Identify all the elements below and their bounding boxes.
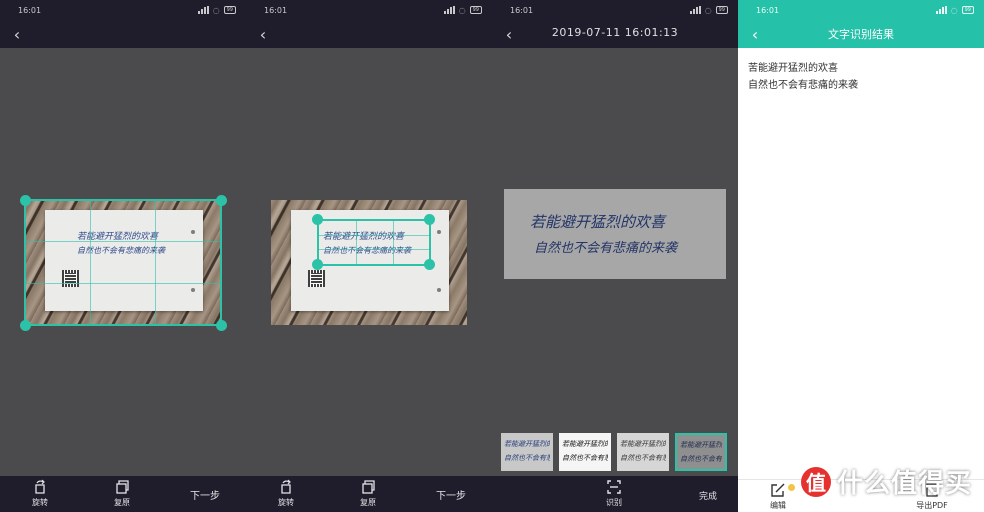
status-time: 16:01 [18, 5, 42, 15]
top-bar: ‹ [246, 20, 492, 48]
battery-icon: 99 [469, 6, 482, 14]
crop-frame[interactable] [317, 219, 431, 266]
top-bar: ‹ 文字识别结果 [738, 20, 984, 48]
bottom-toolbar: 旋转 复原 下一步 [246, 476, 492, 512]
rotate-icon [32, 479, 48, 495]
edit-icon [770, 482, 786, 498]
back-icon[interactable]: ‹ [254, 24, 272, 44]
battery-icon: 99 [223, 6, 236, 14]
result-line-1: 苦能避开猛烈的欢喜 [748, 63, 838, 74]
status-bar: 16:01 ◌ 99 [0, 0, 246, 20]
scanned-image[interactable]: 若能避开猛烈的欢喜 自然也不会有悲痛的来袭 [504, 189, 726, 279]
signal-icon [443, 6, 455, 14]
filter-thumb-gray[interactable]: 若能避开猛烈的欢喜 自然也不会有悲痛的来袭 [617, 433, 669, 471]
rotate-label: 旋转 [32, 498, 48, 507]
notification-dot [788, 484, 795, 491]
rotate-button[interactable]: 旋转 [20, 479, 60, 508]
result-line-2: 自然也不会有悲痛的来袭 [748, 80, 858, 91]
export-pdf-label: 导出PDF [916, 501, 948, 510]
scan-timestamp-title: 2019-07-11 16:01:13 [551, 26, 679, 39]
crop-screen-full: 16:01 ◌ 99 ‹ 若能避开猛烈的欢喜 自然也不会有悲痛的来袭 旋转 复原… [0, 0, 246, 512]
back-icon[interactable]: ‹ [8, 24, 26, 44]
handwriting-line-1: 若能避开猛烈的欢喜 [530, 213, 666, 231]
rotate-button[interactable]: 旋转 [266, 479, 306, 508]
restore-button[interactable]: 复原 [348, 479, 388, 508]
scan-text-icon [606, 479, 622, 495]
ocr-result-text[interactable]: 苦能避开猛烈的欢喜 自然也不会有悲痛的来袭 [748, 60, 858, 94]
status-time: 16:01 [510, 5, 534, 15]
crop-handle-top-right[interactable] [424, 214, 435, 225]
crop-handle-top-left[interactable] [312, 214, 323, 225]
next-step-button[interactable]: 下一步 [190, 487, 220, 502]
recognize-label: 识别 [606, 498, 622, 507]
battery-icon: 99 [715, 6, 728, 14]
crop-handle-top-right[interactable] [216, 195, 227, 206]
wifi-icon: ◌ [704, 5, 712, 15]
restore-icon [114, 479, 130, 495]
restore-button[interactable]: 复原 [102, 479, 142, 508]
bottom-toolbar: 识别 完成 [492, 476, 738, 512]
crop-frame[interactable] [24, 199, 222, 326]
status-bar: 16:01 ◌ 99 [492, 0, 738, 20]
filter-thumb-bw[interactable]: 若能避开猛烈的欢喜 自然也不会有悲痛的来袭 [559, 433, 611, 471]
status-bar: 16:01 ◌ 99 [246, 0, 492, 20]
top-bar: ‹ 2019-07-11 16:01:13 [492, 20, 738, 48]
top-bar: ‹ [0, 20, 246, 48]
watermark-text: 什么值得买 [836, 469, 972, 499]
done-button[interactable]: 完成 [699, 489, 717, 502]
handwriting-line-2: 自然也不会有悲痛的来袭 [534, 241, 678, 256]
signal-icon [689, 6, 701, 14]
status-time: 16:01 [264, 5, 288, 15]
next-step-button[interactable]: 下一步 [436, 487, 466, 502]
battery-icon: 99 [961, 6, 974, 14]
watermark-logo: 值 [800, 466, 831, 497]
crop-screen-selected: 16:01 ◌ 99 ‹ 若能避开猛烈的欢喜 自然也不会有悲痛的来袭 旋转 复原… [246, 0, 492, 512]
status-bar: 16:01 ◌ 99 [738, 0, 984, 20]
qr-code [308, 270, 325, 287]
restore-label: 复原 [114, 498, 130, 507]
status-time: 16:01 [756, 5, 780, 15]
watermark: 值 什么值得买 [800, 463, 972, 500]
page-title: 文字识别结果 [828, 28, 894, 41]
restore-label: 复原 [360, 498, 376, 507]
crop-handle-bottom-left[interactable] [312, 259, 323, 270]
crop-handle-bottom-left[interactable] [20, 320, 31, 331]
signal-icon [935, 6, 947, 14]
rotate-label: 旋转 [278, 498, 294, 507]
recognize-button[interactable]: 识别 [594, 479, 634, 508]
filter-thumb-selected[interactable]: 若能避开猛烈的欢喜 自然也不会有悲痛的来袭 [675, 433, 727, 471]
rotate-icon [278, 479, 294, 495]
crop-handle-bottom-right[interactable] [216, 320, 227, 331]
crop-handle-top-left[interactable] [20, 195, 31, 206]
wifi-icon: ◌ [212, 5, 220, 15]
edit-label: 编辑 [770, 501, 786, 510]
restore-icon [360, 479, 376, 495]
bottom-toolbar: 旋转 复原 下一步 [0, 476, 246, 512]
crop-handle-bottom-right[interactable] [424, 259, 435, 270]
ocr-result-screen: 16:01 ◌ 99 ‹ 文字识别结果 苦能避开猛烈的欢喜 自然也不会有悲痛的来… [738, 0, 984, 512]
wifi-icon: ◌ [458, 5, 466, 15]
signal-icon [197, 6, 209, 14]
scan-preview-screen: 16:01 ◌ 99 ‹ 2019-07-11 16:01:13 若能避开猛烈的… [492, 0, 738, 512]
wifi-icon: ◌ [950, 5, 958, 15]
filter-thumb-original[interactable]: 若能避开猛烈的欢喜 自然也不会有悲痛的来袭 [501, 433, 553, 471]
